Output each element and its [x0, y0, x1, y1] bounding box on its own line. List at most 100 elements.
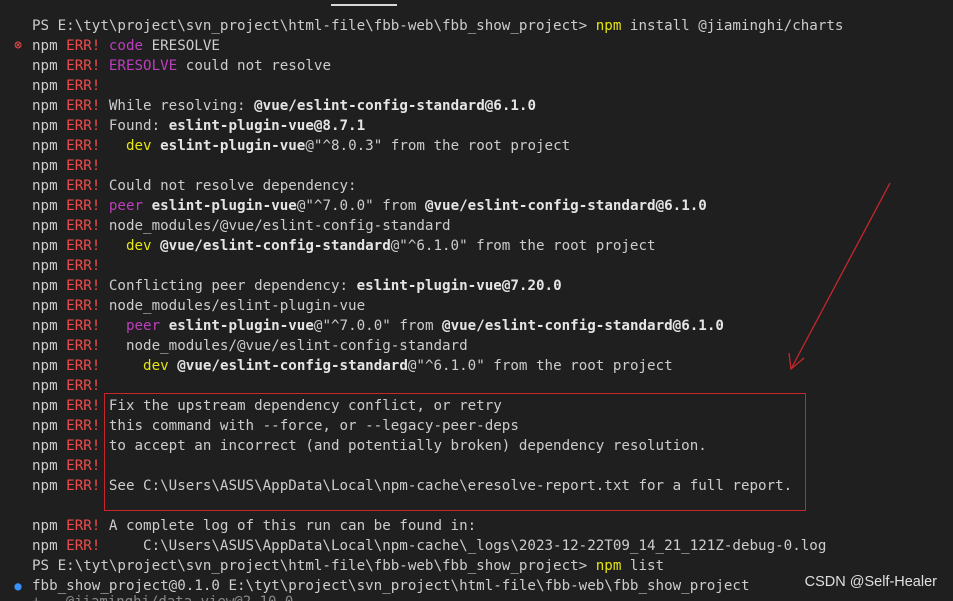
terminal-line: npm ERR! [32, 376, 953, 396]
err-prefix: ERR! [66, 438, 109, 454]
error-circle-icon[interactable]: ⊗ [9, 36, 27, 56]
npm-prefix: npm [32, 378, 67, 394]
line-text: from the root project [382, 138, 571, 154]
circle-dot-icon[interactable]: ● [9, 576, 27, 596]
npm-prefix: npm [32, 298, 67, 314]
npm-prefix: npm [32, 98, 67, 114]
err-prefix: ERR! [66, 378, 109, 394]
err-prefix: ERR! [66, 198, 109, 214]
err-prefix: ERR! [66, 418, 109, 434]
npm-prefix: npm [32, 398, 67, 414]
terminal-line: npm ERR! A complete log of this run can … [32, 516, 953, 536]
package-name: eslint-plugin-vue [160, 138, 306, 154]
npm-prefix: npm [32, 418, 67, 434]
log-path: C:\Users\ASUS\AppData\Local\npm-cache\_l… [108, 538, 827, 554]
watermark-text: CSDN @Self-Healer [804, 574, 937, 590]
npm-prefix: npm [32, 138, 67, 154]
terminal-line: npm ERR! [32, 456, 953, 476]
version-spec: @"^8.0.3" [305, 138, 383, 154]
package-name: @vue/eslint-config-standard@6.1.0 [424, 198, 707, 214]
err-prefix: ERR! [66, 398, 109, 414]
line-text: While resolving: [108, 98, 255, 114]
package-name: eslint-plugin-vue [168, 318, 314, 334]
err-prefix: ERR! [66, 338, 109, 354]
package-name: @vue/eslint-config-standard@6.1.0 [442, 318, 724, 334]
npm-prefix: npm [32, 518, 67, 534]
err-prefix: ERR! [66, 458, 109, 474]
dev-label: dev [108, 138, 161, 154]
terminal-line: npm ERR! C:\Users\ASUS\AppData\Local\npm… [32, 536, 953, 556]
package-name: @vue/eslint-config-standard [160, 238, 391, 254]
eresolve-label: ERESOLVE [108, 58, 178, 74]
version-spec: @"^6.1.0" [407, 358, 485, 374]
err-prefix: ERR! [66, 318, 109, 334]
active-tab-indicator [331, 4, 397, 6]
package-name: @vue/eslint-config-standard [177, 358, 408, 374]
npm-prefix: npm [32, 38, 67, 54]
err-prefix: ERR! [66, 518, 109, 534]
dev-label: dev [108, 238, 161, 254]
package-name: eslint-plugin-vue [151, 198, 297, 214]
npm-prefix: npm [32, 358, 67, 374]
npm-prefix: npm [32, 438, 67, 454]
terminal-line: npm ERR! Conflicting peer dependency: es… [32, 276, 953, 296]
err-prefix: ERR! [66, 298, 109, 314]
npm-prefix: npm [32, 278, 67, 294]
cut-off-line: +-- @jiaminghi/data-view@2.10.0 [32, 592, 293, 601]
err-prefix: ERR! [66, 238, 109, 254]
npm-prefix: npm [32, 78, 67, 94]
line-text: from the root project [484, 358, 673, 374]
version-spec: @"^7.0.0" [313, 318, 391, 334]
terminal-line: PS E:\tyt\project\svn_project\html-file\… [32, 16, 953, 36]
line-text: from the root project [467, 238, 656, 254]
line-text: from [373, 198, 425, 214]
npm-prefix: npm [32, 198, 67, 214]
terminal-panel[interactable]: PS E:\tyt\project\svn_project\html-file\… [0, 0, 953, 601]
npm-prefix: npm [32, 178, 67, 194]
line-text: Could not resolve dependency: [108, 178, 357, 194]
err-prefix: ERR! [66, 218, 109, 234]
command-args: install @jiaminghi/charts [621, 18, 844, 34]
terminal-line: PS E:\tyt\project\svn_project\html-file\… [32, 556, 953, 576]
line-text: Fix the upstream dependency conflict, or… [108, 398, 502, 414]
peer-label: peer [108, 318, 169, 334]
prompt-text: PS E:\tyt\project\svn_project\html-file\… [32, 18, 596, 34]
terminal-line: ⊗ npm ERR! code ERESOLVE [14, 36, 953, 56]
code-value: ERESOLVE [143, 38, 220, 54]
err-prefix: ERR! [66, 278, 109, 294]
npm-prefix: npm [32, 458, 67, 474]
terminal-line: npm ERR! ERESOLVE could not resolve [32, 56, 953, 76]
err-prefix: ERR! [66, 538, 109, 554]
line-text: to accept an incorrect (and potentially … [108, 438, 707, 454]
line-text: from [390, 318, 443, 334]
npm-prefix: npm [32, 118, 67, 134]
terminal-line: npm ERR! Fix the upstream dependency con… [32, 396, 953, 416]
err-prefix: ERR! [66, 98, 109, 114]
line-text: A complete log of this run can be found … [108, 518, 477, 534]
err-prefix: ERR! [66, 78, 109, 94]
terminal-line: npm ERR! this command with --force, or -… [32, 416, 953, 436]
version-spec: @"^6.1.0" [390, 238, 468, 254]
terminal-line: npm ERR! [32, 76, 953, 96]
terminal-line: npm ERR! node_modules/@vue/eslint-config… [32, 216, 953, 236]
module-path: node_modules/eslint-plugin-vue [108, 298, 366, 314]
code-label: code [108, 38, 144, 54]
version-spec: @"^7.0.0" [296, 198, 374, 214]
terminal-line: npm ERR! node_modules/eslint-plugin-vue [32, 296, 953, 316]
npm-prefix: npm [32, 238, 67, 254]
terminal-line: npm ERR! to accept an incorrect (and pot… [32, 436, 953, 456]
terminal-line: npm ERR! [32, 156, 953, 176]
terminal-line: npm ERR! peer eslint-plugin-vue@"^7.0.0"… [32, 196, 953, 216]
line-text: Conflicting peer dependency: [108, 278, 357, 294]
terminal-line: npm ERR! See C:\Users\ASUS\AppData\Local… [32, 476, 953, 496]
terminal-line: npm ERR! dev @vue/eslint-config-standard… [32, 356, 953, 376]
terminal-line: npm ERR! [32, 256, 953, 276]
terminal-line: npm ERR! Found: eslint-plugin-vue@8.7.1 [32, 116, 953, 136]
err-prefix: ERR! [66, 358, 109, 374]
npm-prefix: npm [32, 538, 67, 554]
terminal-line: npm ERR! dev @vue/eslint-config-standard… [32, 236, 953, 256]
prompt-text: PS E:\tyt\project\svn_project\html-file\… [32, 558, 596, 574]
npm-prefix: npm [32, 478, 67, 494]
npm-prefix: npm [32, 338, 67, 354]
